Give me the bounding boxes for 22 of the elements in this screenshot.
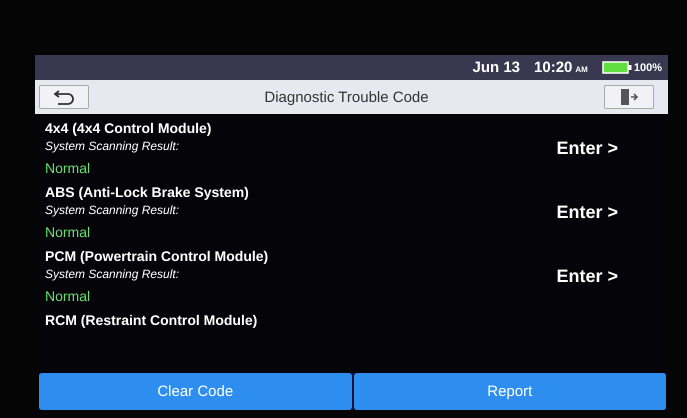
enter-link[interactable]: Enter > (556, 138, 618, 158)
scan-result: Normal (45, 160, 92, 176)
module-name: RCM (Restraint Control Module) (45, 312, 258, 328)
scan-result-label: System Scanning Result: (45, 267, 180, 281)
module-name: 4x4 (4x4 Control Module) (45, 120, 212, 136)
battery-icon (602, 61, 632, 74)
screen-title: Diagnostic Trouble Code (264, 88, 429, 106)
enter-link[interactable]: Enter > (556, 202, 618, 222)
scan-result: Normal (45, 224, 92, 240)
scan-result-label: System Scanning Result: (45, 203, 180, 217)
battery-percent: 100% (634, 62, 662, 74)
back-button[interactable] (39, 85, 89, 109)
status-date: Jun 13 (472, 59, 520, 76)
module-name: PCM (Powertrain Control Module) (45, 248, 268, 264)
module-name: ABS (Anti-Lock Brake System) (45, 184, 249, 200)
exit-button[interactable] (604, 85, 654, 109)
scan-result-label: System Scanning Result: (45, 139, 180, 153)
scan-result: Normal (45, 288, 92, 304)
status-time: 10:20 AM (534, 59, 588, 76)
back-arrow-icon (53, 89, 75, 105)
exit-door-icon (618, 88, 639, 106)
enter-link[interactable]: Enter > (556, 266, 618, 286)
